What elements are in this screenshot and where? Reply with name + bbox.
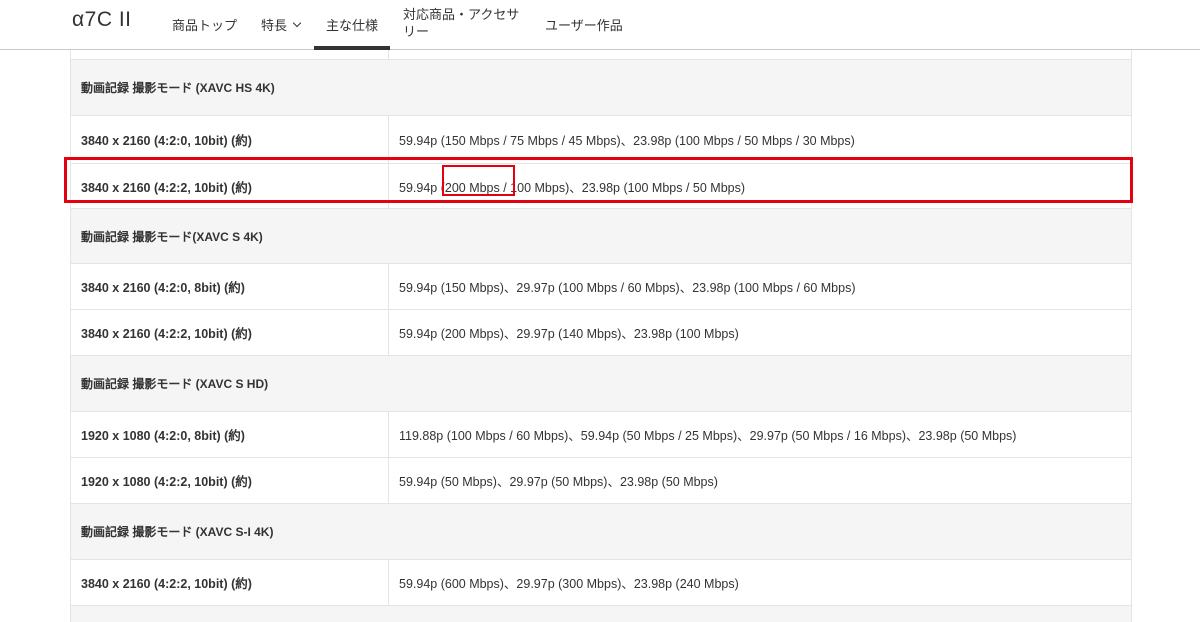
top-navigation: α7C II 商品トップ 特長 主な仕様 対応商品・アクセサリー ユーザー作品 bbox=[0, 0, 1200, 50]
spec-value: 59.94p (150 Mbps / 75 Mbps / 45 Mbps)、23… bbox=[389, 116, 1132, 164]
nav-main-specs[interactable]: 主な仕様 bbox=[314, 0, 390, 49]
spec-key: 3840 x 2160 (4:2:2, 10bit) (約) bbox=[71, 310, 389, 356]
table-row: 3840 x 2160 (4:2:0, 10bit) (約) 59.94p (1… bbox=[71, 116, 1132, 164]
nav-features[interactable]: 特長 bbox=[261, 0, 300, 49]
spec-key: 3840 x 2160 (4:2:0, 8bit) (約) bbox=[71, 264, 389, 310]
table-row: 1920 x 1080 (4:2:2, 10bit) (約) 59.94p (5… bbox=[71, 458, 1132, 504]
spec-key: 3840 x 2160 (4:2:2, 10bit) (約) bbox=[71, 164, 389, 209]
spec-key: 3840 x 2160 (4:2:2, 10bit) (約) bbox=[71, 560, 389, 606]
nav-label: 主な仕様 bbox=[326, 15, 378, 34]
section-title: 動画記録 撮影モード (XAVC S-I 4K) bbox=[71, 504, 1132, 560]
nav-label: ユーザー作品 bbox=[545, 15, 623, 34]
spec-value: 119.88p (100 Mbps / 60 Mbps)、59.94p (50 … bbox=[389, 412, 1132, 458]
section-title: 動画記録 撮影モード(XAVC S 4K) bbox=[71, 209, 1132, 264]
nav-label: 特長 bbox=[261, 15, 287, 34]
spec-key: 1920 x 1080 (4:2:2, 10bit) (約) bbox=[71, 458, 389, 504]
table-row-stub bbox=[71, 606, 1132, 622]
section-title: 動画記録 撮影モード (XAVC S HD) bbox=[71, 356, 1132, 412]
chevron-down-icon bbox=[293, 18, 301, 26]
table-row: 3840 x 2160 (4:2:2, 10bit) (約) 59.94p (2… bbox=[71, 310, 1132, 356]
section-header: 動画記録 撮影モード (XAVC HS 4K) bbox=[71, 60, 1132, 116]
nav-label: 対応商品・アクセサリー bbox=[403, 6, 528, 40]
table-row: 3840 x 2160 (4:2:2, 10bit) (約) 59.94p (6… bbox=[71, 560, 1132, 606]
section-header: 動画記録 撮影モード (XAVC S HD) bbox=[71, 356, 1132, 412]
spec-key: 3840 x 2160 (4:2:0, 10bit) (約) bbox=[71, 116, 389, 164]
spec-value: 59.94p (200 Mbps / 100 Mbps)、23.98p (100… bbox=[389, 164, 1132, 209]
spec-value: 59.94p (600 Mbps)、29.97p (300 Mbps)、23.9… bbox=[389, 560, 1132, 606]
product-logo[interactable]: α7C II bbox=[72, 8, 132, 32]
table-row-stub bbox=[71, 50, 1132, 60]
table-row: 1920 x 1080 (4:2:0, 8bit) (約) 119.88p (1… bbox=[71, 412, 1132, 458]
nav-product-top[interactable]: 商品トップ bbox=[172, 0, 237, 49]
nav-user-gallery[interactable]: ユーザー作品 bbox=[545, 0, 623, 49]
section-header: 動画記録 撮影モード (XAVC S-I 4K) bbox=[71, 504, 1132, 560]
spec-table: 動画記録 撮影モード (XAVC HS 4K) 3840 x 2160 (4:2… bbox=[70, 50, 1132, 622]
spec-key: 1920 x 1080 (4:2:0, 8bit) (約) bbox=[71, 412, 389, 458]
table-row: 3840 x 2160 (4:2:0, 8bit) (約) 59.94p (15… bbox=[71, 264, 1132, 310]
section-header: 動画記録 撮影モード(XAVC S 4K) bbox=[71, 209, 1132, 264]
table-row: 3840 x 2160 (4:2:2, 10bit) (約) 59.94p (2… bbox=[71, 164, 1132, 209]
spec-value: 59.94p (200 Mbps)、29.97p (140 Mbps)、23.9… bbox=[389, 310, 1132, 356]
spec-value: 59.94p (150 Mbps)、29.97p (100 Mbps / 60 … bbox=[389, 264, 1132, 310]
nav-compatible-accessories[interactable]: 対応商品・アクセサリー bbox=[403, 0, 528, 49]
spec-value: 59.94p (50 Mbps)、29.97p (50 Mbps)、23.98p… bbox=[389, 458, 1132, 504]
nav-label: 商品トップ bbox=[172, 15, 237, 34]
section-title: 動画記録 撮影モード (XAVC HS 4K) bbox=[71, 60, 1132, 116]
